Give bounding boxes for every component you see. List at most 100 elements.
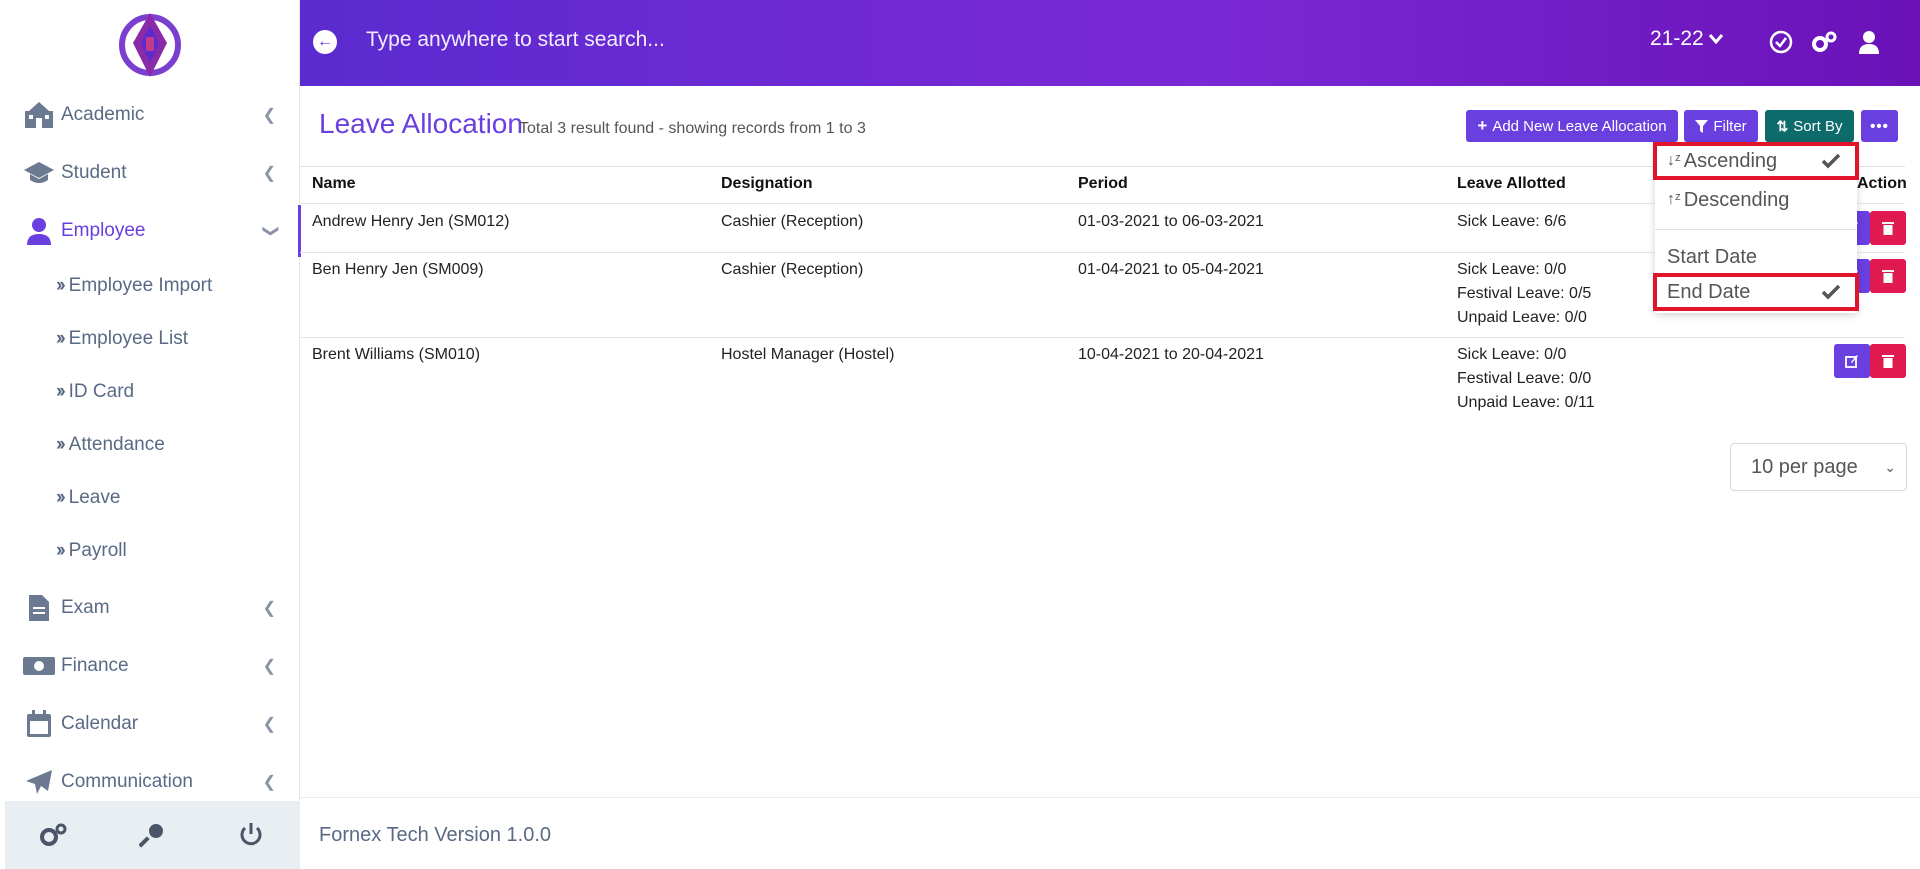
- sidebar-subitem-label: Employee Import: [68, 275, 213, 296]
- sidebar-item-student[interactable]: Student ❮: [0, 147, 300, 199]
- global-search-input[interactable]: Type anywhere to start search...: [366, 28, 665, 52]
- sidebar-subitem-employee-list[interactable]: ›› Employee List: [56, 319, 188, 359]
- sidebar-subitem-employee-import[interactable]: ›› Employee Import: [56, 266, 212, 306]
- app-logo[interactable]: [0, 0, 300, 88]
- cell-name: Ben Henry Jen (SM009): [312, 261, 484, 278]
- cell-leave: Unpaid Leave: 0/11: [1457, 394, 1595, 411]
- sidebar-subitem-label: Leave: [68, 487, 121, 508]
- user-tie-icon: [22, 216, 56, 246]
- sidebar-subitem-leave[interactable]: ›› Leave: [56, 478, 120, 518]
- sort-descending-icon: ↑ᶻ: [1667, 191, 1681, 208]
- delete-button[interactable]: [1870, 259, 1906, 293]
- double-chevron-icon: ››: [56, 434, 66, 455]
- settings-gears-icon[interactable]: [1810, 28, 1838, 56]
- cell-designation: Cashier (Reception): [721, 213, 864, 230]
- sidebar-item-label: Student: [61, 162, 127, 183]
- sort-option-label: Start Date: [1667, 245, 1758, 268]
- cell-leave: Sick Leave: 0/0: [1457, 346, 1567, 363]
- chevron-left-icon: ❮: [262, 658, 276, 675]
- sidebar-subitem-label: ID Card: [68, 381, 135, 402]
- user-profile-icon[interactable]: [1855, 28, 1883, 56]
- checkmark-icon: [1821, 153, 1841, 169]
- sidebar-item-label: Calendar: [61, 713, 139, 734]
- sidebar-subitem-label: Payroll: [68, 540, 127, 561]
- column-header-action: Action: [1857, 175, 1907, 192]
- sidebar-item-exam[interactable]: Exam ❮: [0, 582, 300, 634]
- cell-name: Brent Williams (SM010): [312, 346, 481, 363]
- table-row-divider: [300, 337, 1905, 338]
- sort-option-descending[interactable]: ↑ᶻ Descending: [1655, 183, 1857, 217]
- ellipsis-icon: •••: [1870, 117, 1889, 135]
- sidebar-item-employee[interactable]: Employee ❮: [0, 205, 301, 257]
- back-arrow-icon[interactable]: ←: [313, 30, 337, 54]
- sidebar-subitem-label: Employee List: [68, 328, 188, 349]
- delete-button[interactable]: [1870, 211, 1906, 245]
- double-chevron-icon: ››: [56, 487, 66, 508]
- sidebar-item-calendar[interactable]: Calendar ❮: [0, 698, 300, 750]
- filter-button[interactable]: Filter: [1684, 110, 1758, 142]
- sidebar-item-academic[interactable]: Academic ❮: [0, 89, 300, 141]
- chevron-left-icon: ❮: [262, 716, 276, 733]
- delete-button[interactable]: [1870, 344, 1906, 378]
- dropdown-divider: [1655, 229, 1857, 230]
- per-page-select[interactable]: 10 per page ⌄: [1730, 443, 1907, 491]
- cell-period: 01-04-2021 to 05-04-2021: [1078, 261, 1264, 278]
- column-header-name[interactable]: Name: [312, 175, 356, 193]
- double-chevron-icon: ››: [56, 328, 66, 349]
- sidebar-item-finance[interactable]: Finance ❮: [0, 640, 300, 692]
- key-icon[interactable]: [132, 815, 172, 855]
- column-header-leave-allotted[interactable]: Leave Allotted: [1457, 175, 1566, 193]
- edit-button[interactable]: [1834, 344, 1870, 378]
- result-count-text: Total 3 result found - showing records f…: [519, 120, 866, 137]
- version-text: Fornex Tech Version 1.0.0: [319, 824, 551, 846]
- column-header-period[interactable]: Period: [1078, 175, 1128, 193]
- power-icon[interactable]: [231, 815, 271, 855]
- settings-gears-icon[interactable]: [34, 815, 74, 855]
- cell-name: Andrew Henry Jen (SM012): [312, 213, 510, 230]
- trash-icon: [1882, 355, 1894, 368]
- check-circle-icon[interactable]: [1767, 28, 1795, 56]
- sidebar-subitem-id-card[interactable]: ›› ID Card: [56, 372, 134, 412]
- sidebar-footer: [5, 801, 300, 869]
- chevron-left-icon: ❮: [262, 165, 276, 182]
- cell-period: 10-04-2021 to 20-04-2021: [1078, 346, 1264, 363]
- money-icon: [22, 651, 56, 681]
- cell-leave: Unpaid Leave: 0/0: [1457, 309, 1587, 326]
- sort-ascending-icon: ↓ᶻ: [1667, 152, 1681, 169]
- filter-button-label: Filter: [1713, 117, 1747, 135]
- double-chevron-icon: ››: [56, 540, 66, 561]
- sort-option-ascending[interactable]: ↓ᶻ Ascending: [1653, 142, 1859, 180]
- graduation-cap-icon: [22, 158, 56, 188]
- chevron-left-icon: ❮: [262, 107, 276, 124]
- sidebar-item-label: Communication: [61, 771, 193, 792]
- double-chevron-icon: ››: [56, 381, 66, 402]
- sidebar-subitem-payroll[interactable]: ›› Payroll: [56, 531, 127, 571]
- sidebar-item-label: Exam: [61, 597, 110, 618]
- sort-icon: ⇅: [1776, 117, 1789, 134]
- column-header-designation[interactable]: Designation: [721, 175, 813, 193]
- footer-divider: [300, 797, 1920, 798]
- sidebar-subitem-label: Attendance: [68, 434, 165, 455]
- cell-designation: Hostel Manager (Hostel): [721, 346, 895, 363]
- sidebar: Academic ❮ Student ❮ Employee ❮ ›› Emplo…: [0, 0, 301, 869]
- sidebar-item-label: Finance: [61, 655, 129, 676]
- sort-option-end-date[interactable]: End Date: [1653, 273, 1859, 311]
- plus-icon: +: [1477, 116, 1488, 135]
- add-leave-allocation-button[interactable]: + Add New Leave Allocation: [1466, 110, 1678, 142]
- sort-option-start-date[interactable]: Start Date: [1655, 240, 1857, 274]
- chevron-left-icon: ❮: [262, 774, 276, 791]
- cell-leave: Sick Leave: 6/6: [1457, 213, 1567, 230]
- sort-dropdown-menu: ↓ᶻ Ascending ↑ᶻ Descending Start Date En…: [1653, 142, 1859, 313]
- sidebar-subitem-attendance[interactable]: ›› Attendance: [56, 425, 165, 465]
- trash-icon: [1882, 270, 1894, 283]
- sort-button-label: Sort By: [1793, 117, 1843, 135]
- more-options-button[interactable]: •••: [1861, 110, 1898, 142]
- sidebar-item-label: Employee: [61, 220, 146, 241]
- sort-by-button[interactable]: ⇅ Sort By: [1765, 110, 1854, 142]
- cell-period: 01-03-2021 to 06-03-2021: [1078, 213, 1264, 230]
- academic-year-select[interactable]: 21-22: [1650, 27, 1724, 51]
- sidebar-item-label: Academic: [61, 104, 145, 125]
- cell-designation: Cashier (Reception): [721, 261, 864, 278]
- checkmark-icon: [1821, 284, 1841, 300]
- chevron-down-icon: ⌄: [1884, 458, 1896, 475]
